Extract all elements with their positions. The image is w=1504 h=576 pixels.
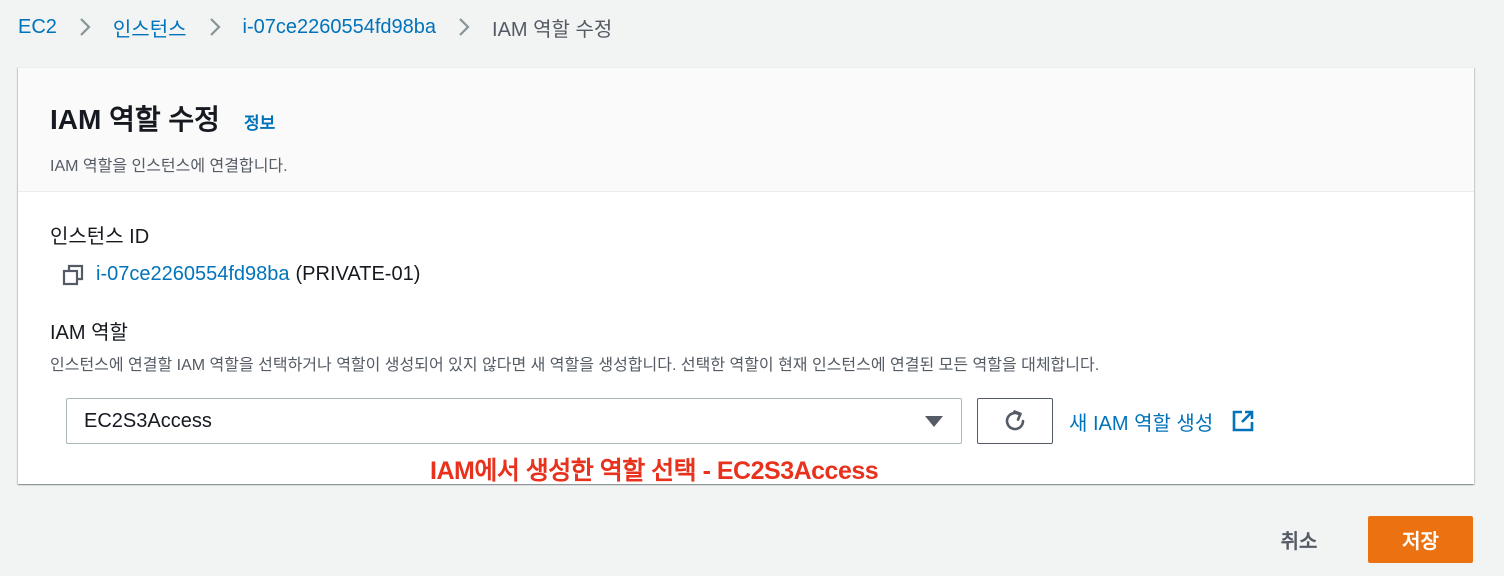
cancel-button[interactable]: 취소 [1263,516,1335,562]
refresh-icon [1002,408,1028,434]
instance-id-row: i-07ce2260554fd98ba (PRIVATE-01) [62,263,1442,286]
create-iam-role-label: 새 IAM 역할 생성 [1069,412,1214,435]
panel-title-row: IAM 역할 수정 정보 [50,98,1442,138]
instance-id-label: 인스턴스 ID [50,226,150,248]
copy-icon[interactable] [62,264,84,286]
chevron-right-icon [79,17,91,37]
panel-header: IAM 역할 수정 정보 IAM 역할을 인스턴스에 연결합니다. [18,68,1474,192]
page-title: IAM 역할 수정 [50,104,220,135]
breadcrumb-instance-id[interactable]: i-07ce2260554fd98ba [243,16,437,39]
breadcrumb: EC2 인스턴스 i-07ce2260554fd98ba IAM 역할 수정 [18,12,612,42]
iam-role-label: IAM 역할 [50,322,128,344]
instance-id-link[interactable]: i-07ce2260554fd98ba [96,263,290,286]
breadcrumb-current: IAM 역할 수정 [492,18,613,41]
iam-role-select[interactable]: EC2S3Access [66,398,962,444]
iam-role-description: 인스턴스에 연결할 IAM 역할을 선택하거나 역할이 생성되어 있지 않다면 … [50,357,1100,374]
panel-body: 인스턴스 ID i-07ce2260554fd98ba (PRIVATE-01)… [18,192,1474,444]
chevron-right-icon [458,17,470,37]
iam-role-controls: EC2S3Access 새 IAM 역할 생성 [66,398,1442,444]
breadcrumb-instances[interactable]: 인스턴스 [113,13,187,42]
external-link-icon [1231,409,1255,433]
create-iam-role-link[interactable]: 새 IAM 역할 생성 [1069,407,1255,436]
panel-description: IAM 역할을 인스턴스에 연결합니다. [50,158,288,175]
info-link[interactable]: 정보 [244,109,275,134]
instance-name: (PRIVATE-01) [295,263,421,285]
refresh-button[interactable] [977,398,1053,444]
modify-iam-role-panel: IAM 역할 수정 정보 IAM 역할을 인스턴스에 연결합니다. 인스턴스 I… [18,67,1474,485]
annotation-text: IAM에서 생성한 역할 선택 - EC2S3Access [430,457,879,485]
save-button[interactable]: 저장 [1368,516,1473,563]
iam-role-selected-value: EC2S3Access [84,409,212,432]
chevron-right-icon [209,17,221,37]
breadcrumb-ec2[interactable]: EC2 [18,16,57,39]
caret-down-icon [925,415,943,427]
